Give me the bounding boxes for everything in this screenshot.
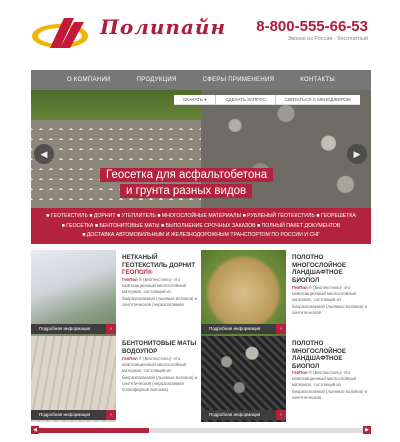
phone-note: Звонок из России - бесплатный [287,36,368,42]
product-description: ГеоПол ® (Биотекстиль)- это композиционн… [292,370,368,401]
more-info-button[interactable]: Подробная информация › [31,324,116,334]
chevron-right-icon: › [106,410,116,420]
product-brand: ГеоПол [122,277,138,282]
contact-manager-button[interactable]: СВЯЗАТЬСЯ С МЕНЕДЖЕРОМ [276,95,360,105]
tags-line-1[interactable]: ■ ГЕОТЕКСТИЛЬ ■ ДОРНИТ ■ УТЕПЛИТЕЛЬ ■ МН… [43,212,359,222]
arrow-right-icon: ▶ [365,427,369,433]
product-card-bentonite: Подробная информация › БЕНТОНИТОВЫЕ МАТЫ… [31,336,201,422]
arrow-left-icon: ◀ [33,427,37,433]
product-title-main: ПОЛОТНО МНОГОСЛОЙНОЕ ЛАНДШАФТНОЕ БИОПОЛ [292,340,346,370]
product-brand: ГеоПол [292,370,308,375]
hero-prev-button[interactable]: ◀ [34,144,54,164]
product-title-main: НЕТКАНЫЙ ГЕОТЕКСТИЛЬ ДОРНИТ [122,254,196,269]
product-card-dornit: Подробная информация › НЕТКАНЫЙ ГЕОТЕКСТ… [31,250,201,336]
product-description-text: ® (Биотекстиль)- это композиционный мног… [122,356,198,393]
product-card-biopol: Подробная информация › ПОЛОТНО МНОГОСЛОЙ… [201,250,371,336]
more-info-button[interactable]: Подробная информация › [201,324,286,334]
more-info-label: Подробная информация [39,326,91,331]
product-title: ПОЛОТНО МНОГОСЛОЙНОЕ ЛАНДШАФТНОЕ БИОПОЛ [292,254,368,284]
more-info-button[interactable]: Подробная информация › [31,410,116,420]
scroll-next-button[interactable]: ▶ [363,426,371,434]
product-description: ГеоПол ® (Биотекстиль)- это композиционн… [122,277,198,308]
product-description: ГеоПол ® (Биотекстиль)- это композиционн… [122,356,198,393]
chevron-right-icon: › [106,324,116,334]
tags-line-3[interactable]: ■ ДОСТАВКА АВТОМОБИЛЬНЫМ И ЖЕЛЕЗНОДОРОЖН… [43,231,359,241]
more-info-button[interactable]: Подробная информация › [201,410,286,420]
hero-caption-line2: и грунта разных видов [120,184,253,198]
hero-action-bar: СКАЧАТЬ ▾ СДЕЛАТЬ ЗАПРОС СВЯЗАТЬСЯ С МЕН… [174,94,360,105]
product-title: ПОЛОТНО МНОГОСЛОЙНОЕ ЛАНДШАФТНОЕ БИОПОЛ [292,340,368,370]
chevron-right-icon: › [276,324,286,334]
download-button[interactable]: СКАЧАТЬ ▾ [174,94,217,105]
more-info-label: Подробная информация [209,326,261,331]
site-header: Полипайн 8-800-555-66-53 Звонок из Росси… [0,0,400,70]
hero-next-button[interactable]: ▶ [347,144,367,164]
nav-item-applications[interactable]: СФЕРЫ ПРИМЕНЕНИЯ [203,77,275,83]
tags-line-2[interactable]: ■ ГЕОСЕТКА ■ БЕНТОНИТОВЫЕ МАТЫ ■ ВЫПОЛНЕ… [43,222,359,232]
download-label: СКАЧАТЬ [183,96,203,102]
more-info-label: Подробная информация [209,412,261,417]
product-brand: ГеоПол [122,356,138,361]
product-brand: ГеоПол [292,285,308,290]
request-button[interactable]: СДЕЛАТЬ ЗАПРОС [216,94,276,105]
products-scrollbar[interactable] [31,428,371,433]
phone-number[interactable]: 8-800-555-66-53 [256,18,368,35]
category-tags: ■ ГЕОТЕКСТИЛЬ ■ ДОРНИТ ■ УТЕПЛИТЕЛЬ ■ МН… [31,208,371,244]
product-title-main: ПОЛОТНО МНОГОСЛОЙНОЕ ЛАНДШАФТНОЕ БИОПОЛ [292,254,346,284]
chevron-right-icon: › [276,410,286,420]
nav-item-about[interactable]: О КОМПАНИИ [67,77,111,83]
product-title: БЕНТОНИТОВЫЕ МАТЫ ВОДОУПОР [122,340,198,355]
arrow-left-icon: ◀ [40,149,48,159]
main-nav: О КОМПАНИИ ПРОДУКЦИЯ СФЕРЫ ПРИМЕНЕНИЯ КО… [31,70,371,90]
nav-item-contacts[interactable]: КОНТАКТЫ [300,77,335,83]
product-title: НЕТКАНЫЙ ГЕОТЕКСТИЛЬ ДОРНИТ ГЕОПОЛ® [122,254,196,276]
product-description: ГеоПол ® (Биотекстиль)- это композиционн… [292,285,368,316]
product-title-accent: ГЕОПОЛ [122,269,148,276]
product-card-biopol-2: Подробная информация › ПОЛОТНО МНОГОСЛОЙ… [201,336,371,422]
product-title-main: БЕНТОНИТОВЫЕ МАТЫ ВОДОУПОР [122,340,197,355]
logo-text: Полипайн [100,15,227,39]
scrollbar-thumb[interactable] [39,428,149,433]
logo-mark-icon [32,18,88,48]
nav-item-products[interactable]: ПРОДУКЦИЯ [137,77,177,83]
arrow-right-icon: ▶ [353,149,361,159]
scroll-prev-button[interactable]: ◀ [31,426,39,434]
more-info-label: Подробная информация [39,412,91,417]
hero-caption-line1: Геосетка для асфальтобетона [100,168,274,182]
